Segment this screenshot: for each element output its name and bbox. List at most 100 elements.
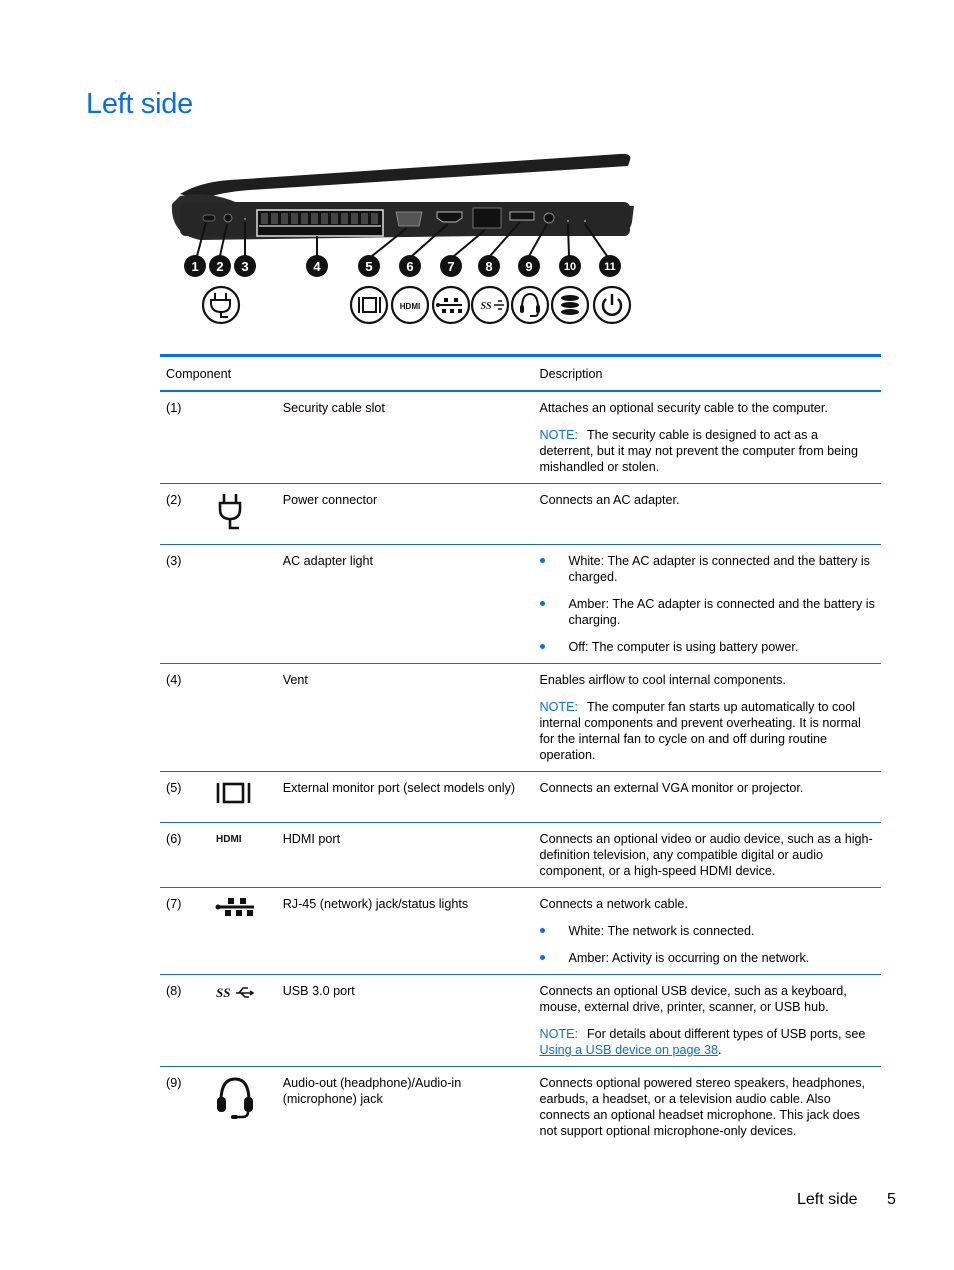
- table-row: (2) Power connector Connects an AC adapt…: [160, 483, 881, 545]
- callout-label-10: 10: [564, 261, 576, 273]
- component-description: Enables airflow to cool internal compone…: [533, 663, 881, 772]
- hdmi-symbol-text: HDMI: [400, 302, 420, 311]
- callout-label-3: 3: [241, 259, 248, 274]
- drive-light: [567, 220, 569, 222]
- bullet-text: White: The AC adapter is connected and t…: [568, 554, 870, 584]
- table-row: (8) SS USB 3.0 port Connects an optional…: [160, 974, 881, 1067]
- callout-label-7: 7: [447, 259, 454, 274]
- laptop-lid: [180, 153, 631, 200]
- row-number: (6): [160, 822, 206, 888]
- table-row: (7) RJ-45 (network) jack/status lights C…: [160, 887, 881, 975]
- component-name: AC adapter light: [276, 544, 534, 664]
- component-description: Connects an external VGA monitor or proj…: [533, 771, 881, 823]
- note-label: NOTE:: [539, 428, 578, 442]
- description-text: Connects an optional video or audio devi…: [539, 832, 873, 878]
- footer-section-title: Left side: [797, 1191, 858, 1208]
- bullet-item: Amber: Activity is occurring on the netw…: [539, 950, 875, 966]
- vga-port: [395, 211, 423, 227]
- component-name: Power connector: [276, 483, 534, 545]
- page-title: Left side: [86, 88, 193, 120]
- headset-symbol: [510, 285, 550, 325]
- row-icon-cell: HDMI: [205, 822, 277, 888]
- security-slot: [202, 214, 216, 222]
- vga-monitor-icon: [216, 782, 251, 804]
- power-light: [584, 220, 586, 222]
- power-jack: [223, 213, 233, 223]
- callout-label-6: 6: [406, 259, 413, 274]
- description-text: Connects an AC adapter.: [539, 493, 680, 507]
- rj45-port: [472, 207, 502, 229]
- note-text: The computer fan starts up automatically…: [539, 700, 861, 762]
- row-number: (2): [160, 483, 206, 545]
- table-row: (5) External monitor port (select models…: [160, 771, 881, 823]
- bullet-item: Off: The computer is using battery power…: [539, 639, 875, 655]
- callout-label-8: 8: [485, 259, 492, 274]
- row-number: (1): [160, 391, 206, 484]
- description-text: Connects an external VGA monitor or proj…: [539, 781, 804, 795]
- hdmi-icon-text: HDMI: [216, 834, 242, 845]
- bullet-icon: [540, 644, 546, 649]
- component-name: Security cable slot: [276, 391, 534, 484]
- hdmi-port: [436, 211, 463, 223]
- row-icon-cell: [205, 771, 277, 823]
- hdmi-icon: HDMI: [216, 834, 242, 845]
- note-text: The security cable is designed to act as…: [539, 428, 858, 474]
- table-row: (1) Security cable slot Attaches an opti…: [160, 391, 881, 484]
- bullet-text: Amber: The AC adapter is connected and t…: [568, 597, 875, 627]
- row-number: (4): [160, 663, 206, 772]
- components-table: Component Description (1) Security cable…: [160, 354, 881, 1147]
- callout-label-11: 11: [604, 261, 616, 273]
- component-name: USB 3.0 port: [276, 974, 534, 1067]
- component-description: Connects an optional USB device, such as…: [533, 974, 881, 1067]
- laptop-diagram: 1 2 3 4 5 6 7 8 9 10 11 HDMI SS: [171, 153, 634, 325]
- note-text: For details about different types of USB…: [586, 1027, 866, 1041]
- note: NOTE: The security cable is designed to a…: [539, 427, 875, 475]
- usb-symbol-text: SS: [480, 301, 492, 312]
- component-description: Connects a network cable. White: The net…: [533, 887, 881, 975]
- component-description: White: The AC adapter is connected and t…: [533, 544, 881, 664]
- component-name: External monitor port (select models onl…: [276, 771, 534, 823]
- bullet-icon: [540, 601, 546, 606]
- component-description: Connects optional powered stereo speaker…: [533, 1067, 881, 1148]
- bullet-item: Amber: The AC adapter is connected and t…: [539, 596, 875, 628]
- component-description: Connects an optional video or audio devi…: [533, 822, 881, 888]
- row-icon-cell: [205, 887, 277, 975]
- usb-device-link[interactable]: Using a USB device on page 38: [539, 1043, 718, 1057]
- row-icon-cell: [205, 391, 277, 484]
- component-name: Audio-out (headphone)/Audio-in (micropho…: [282, 1076, 462, 1106]
- callout-label-4: 4: [313, 259, 321, 274]
- row-number: (3): [160, 544, 206, 664]
- row-icon-cell: [205, 544, 277, 664]
- bullet-icon: [540, 955, 546, 960]
- bullet-list: White: The network is connected. Amber: …: [539, 923, 875, 966]
- bullet-list: White: The AC adapter is connected and t…: [539, 553, 875, 655]
- table-row: (9) Audio-out (headphone)/Audio-in (micr…: [160, 1067, 881, 1148]
- callout-label-9: 9: [525, 259, 532, 274]
- component-name: RJ-45 (network) jack/status lights: [276, 887, 534, 975]
- row-number: (5): [160, 771, 206, 823]
- bullet-item: White: The AC adapter is connected and t…: [539, 553, 875, 585]
- note-tail: .: [718, 1043, 722, 1057]
- audio-jack: [543, 212, 555, 224]
- headset-icon: [217, 1077, 254, 1119]
- callout-label-5: 5: [365, 259, 372, 274]
- note-label: NOTE:: [539, 1027, 578, 1041]
- usb-superspeed-icon: SS: [216, 985, 255, 1000]
- description-text: Connects an optional USB device, such as…: [539, 984, 847, 1014]
- header-description: Description: [533, 354, 881, 392]
- table-row: (6) HDMI HDMI port Connects an optional …: [160, 822, 881, 888]
- component-description: Attaches an optional security cable to t…: [533, 391, 881, 484]
- row-number: (8): [160, 974, 206, 1067]
- description-text: Connects a network cable.: [539, 897, 688, 911]
- bullet-text: Off: The computer is using battery power…: [568, 640, 799, 654]
- callout-label-1: 1: [191, 259, 198, 274]
- row-number: (7): [160, 887, 206, 975]
- description-text: Enables airflow to cool internal compone…: [539, 673, 786, 687]
- power-plug-icon: [218, 494, 242, 530]
- table-row: (3) AC adapter light White: The AC adapt…: [160, 544, 881, 664]
- bullet-icon: [540, 558, 546, 563]
- network-icon: [215, 898, 255, 916]
- component-name: HDMI port: [276, 822, 534, 888]
- note-label: NOTE:: [539, 700, 578, 714]
- row-icon-cell: SS: [205, 974, 277, 1067]
